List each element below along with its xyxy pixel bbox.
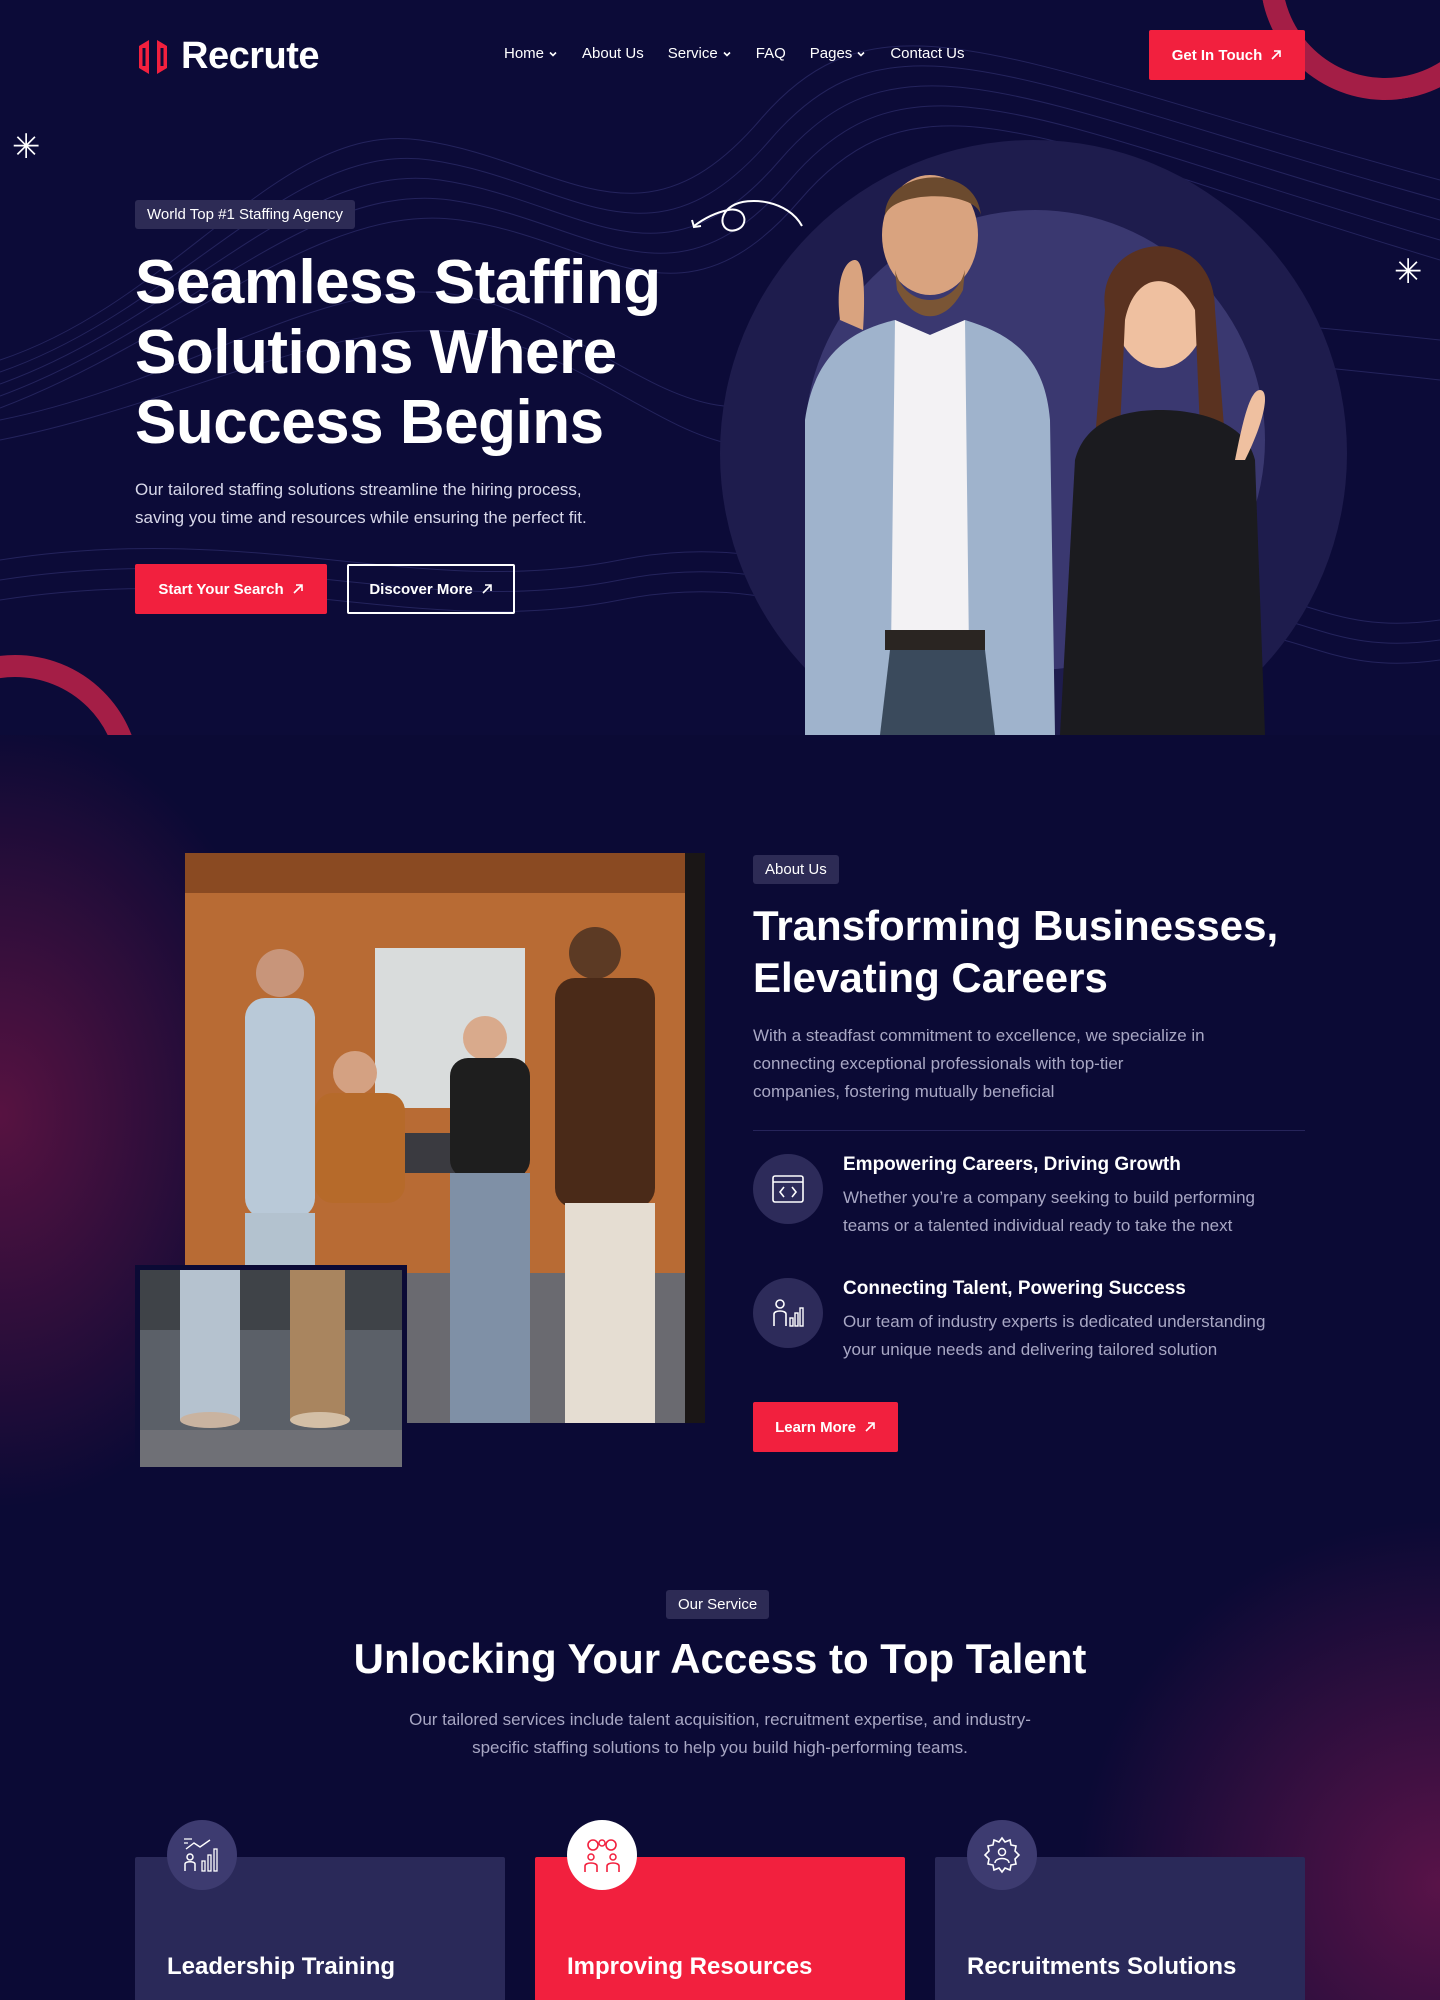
hero-title: Seamless Staffing Solutions Where Succes… bbox=[135, 248, 735, 458]
person-growth-chart-icon bbox=[753, 1278, 823, 1348]
page: ✳ ✳ Recrute Home About Us Service FAQ Pa… bbox=[0, 0, 1440, 2000]
nav-item-faq[interactable]: FAQ bbox=[756, 45, 786, 62]
nav-item-about[interactable]: About Us bbox=[582, 45, 644, 62]
button-label: Start Your Search bbox=[158, 580, 284, 598]
service-card-improving-resources[interactable]: Improving Resources bbox=[535, 1820, 905, 2000]
hero-description: Our tailored staffing solutions streamli… bbox=[135, 476, 655, 532]
nav-menu: Home About Us Service FAQ Pages Contact … bbox=[504, 45, 965, 62]
get-in-touch-button[interactable]: Get In Touch bbox=[1149, 30, 1305, 80]
feature-title: Empowering Careers, Driving Growth bbox=[843, 1154, 1181, 1175]
team-ideas-icon bbox=[567, 1820, 637, 1890]
hero-badge: World Top #1 Staffing Agency bbox=[135, 200, 355, 229]
nav-item-service[interactable]: Service bbox=[668, 45, 732, 62]
about-title-line: Transforming Businesses, bbox=[753, 902, 1279, 949]
arrow-up-right-icon bbox=[1271, 50, 1282, 60]
hero-title-line: Success Begins bbox=[135, 388, 604, 457]
sparkle-icon: ✳ bbox=[12, 127, 41, 167]
divider bbox=[753, 1130, 1305, 1131]
main-navigation: Recrute Home About Us Service FAQ Pages … bbox=[135, 30, 1305, 80]
about-badge: About Us bbox=[753, 855, 839, 884]
services-description: Our tailored services include talent acq… bbox=[370, 1706, 1070, 1762]
hero-section: ✳ ✳ Recrute Home About Us Service FAQ Pa… bbox=[0, 0, 1440, 735]
about-description: With a steadfast commitment to excellenc… bbox=[753, 1022, 1283, 1106]
service-card-title: Leadership Training bbox=[167, 1953, 396, 1980]
feature-description-line: teams or a talented individual ready to … bbox=[843, 1216, 1233, 1235]
sparkle-icon: ✳ bbox=[1394, 252, 1423, 292]
feature-description-line: Whether you’re a company seeking to buil… bbox=[843, 1188, 1255, 1207]
nav-item-label: About Us bbox=[582, 45, 644, 62]
feature-item: Connecting Talent, Powering Success Our … bbox=[753, 1278, 1313, 1378]
learn-more-button[interactable]: Learn More bbox=[753, 1402, 898, 1452]
arrow-up-right-icon bbox=[482, 584, 492, 594]
about-title-line: Elevating Careers bbox=[753, 954, 1108, 1001]
arrow-up-right-icon bbox=[865, 1422, 875, 1432]
logo-text: Recrute bbox=[181, 35, 320, 77]
start-your-search-button[interactable]: Start Your Search bbox=[135, 564, 327, 614]
hero-people-image bbox=[805, 175, 1265, 735]
nav-item-label: FAQ bbox=[755, 45, 786, 62]
about-description-line: With a steadfast commitment to excellenc… bbox=[753, 1026, 1205, 1045]
service-card-recruitments-solutions[interactable]: Recruitments Solutions bbox=[935, 1820, 1305, 2000]
feature-description: Whether you’re a company seeking to buil… bbox=[843, 1184, 1313, 1240]
services-description-line: specific staffing solutions to help you … bbox=[472, 1738, 968, 1757]
feature-description: Our team of industry experts is dedicate… bbox=[843, 1308, 1313, 1364]
logo-mark-icon bbox=[139, 39, 167, 74]
chevron-down-icon bbox=[857, 51, 865, 57]
chevron-down-icon bbox=[723, 51, 731, 57]
nav-item-label: Pages bbox=[809, 45, 853, 62]
button-label: Get In Touch bbox=[1171, 46, 1263, 64]
logo[interactable]: Recrute bbox=[135, 35, 320, 78]
hero-title-line: Solutions Where bbox=[135, 318, 617, 387]
services-title: Unlocking Your Access to Top Talent bbox=[353, 1635, 1087, 1682]
nav-item-contact[interactable]: Contact Us bbox=[890, 45, 964, 62]
nav-item-label: Home bbox=[504, 45, 545, 62]
gear-person-icon bbox=[967, 1820, 1037, 1890]
service-card-title: Recruitments Solutions bbox=[967, 1953, 1237, 1980]
nav-item-label: Contact Us bbox=[890, 45, 965, 62]
service-card-leadership-training[interactable]: Leadership Training bbox=[135, 1820, 505, 2000]
nav-item-label: Service bbox=[667, 45, 718, 62]
button-label: Learn More bbox=[775, 1418, 856, 1436]
leadership-chart-icon bbox=[167, 1820, 237, 1890]
hero-description-line: Our tailored staffing solutions streamli… bbox=[135, 480, 582, 499]
nav-item-pages[interactable]: Pages bbox=[810, 45, 867, 62]
feature-item: Empowering Careers, Driving Growth Wheth… bbox=[753, 1154, 1313, 1254]
services-badge: Our Service bbox=[666, 1590, 770, 1619]
feature-description-line: your unique needs and delivering tailore… bbox=[843, 1340, 1218, 1359]
arrow-up-right-icon bbox=[293, 584, 303, 594]
about-title: Transforming Businesses, Elevating Caree… bbox=[753, 900, 1313, 1004]
hero-title-line: Seamless Staffing bbox=[135, 248, 661, 317]
hero-description-line: saving you time and resources while ensu… bbox=[135, 508, 587, 527]
button-label: Discover More bbox=[369, 580, 473, 598]
services-description-line: Our tailored services include talent acq… bbox=[409, 1710, 1031, 1729]
feature-title: Connecting Talent, Powering Success bbox=[843, 1278, 1186, 1299]
feature-description-line: Our team of industry experts is dedicate… bbox=[843, 1312, 1266, 1331]
about-description-line: connecting exceptional professionals wit… bbox=[753, 1054, 1124, 1073]
code-window-icon bbox=[753, 1154, 823, 1224]
chevron-down-icon bbox=[549, 51, 557, 57]
nav-item-home[interactable]: Home bbox=[504, 45, 558, 62]
service-card-title: Improving Resources bbox=[567, 1953, 813, 1980]
discover-more-button[interactable]: Discover More bbox=[347, 564, 515, 614]
about-description-line: companies, fostering mutually beneficial bbox=[753, 1082, 1055, 1101]
office-floor-illustration bbox=[140, 1270, 402, 1467]
about-detail-photo bbox=[135, 1265, 407, 1472]
